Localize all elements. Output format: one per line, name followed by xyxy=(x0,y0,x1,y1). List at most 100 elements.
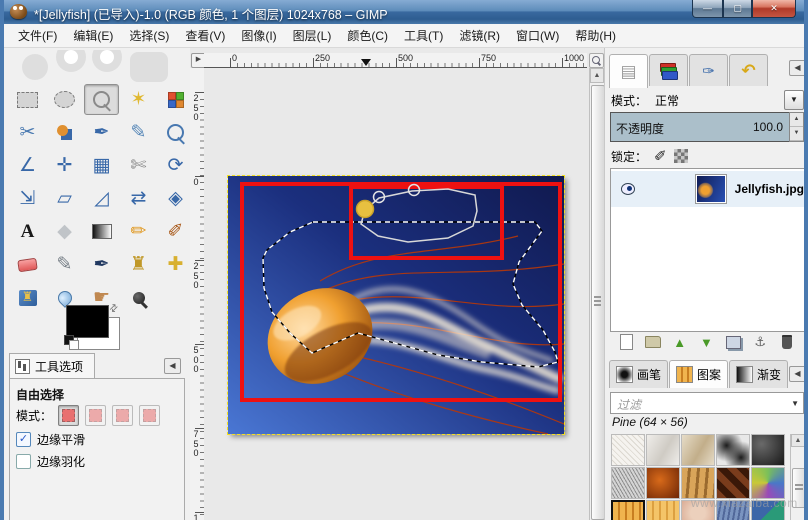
foreground-color-swatch[interactable] xyxy=(66,305,109,338)
tool-measure[interactable]: ∠ xyxy=(10,150,45,181)
tool-heal[interactable]: ✚ xyxy=(158,249,193,280)
menu-item[interactable]: 选择(S) xyxy=(121,24,177,47)
menu-item[interactable]: 颜色(C) xyxy=(339,24,396,47)
menu-item[interactable]: 工具(T) xyxy=(396,24,451,47)
tool-pencil[interactable]: ✏ xyxy=(121,216,156,247)
button-new-layer[interactable] xyxy=(616,332,636,352)
pattern-swatch[interactable] xyxy=(681,467,715,499)
button-delete-layer[interactable] xyxy=(777,332,797,352)
mode-subtract[interactable] xyxy=(112,405,134,426)
checkbox[interactable] xyxy=(16,454,31,469)
vertical-ruler[interactable]: 250 0 250 500 750 1 xyxy=(190,68,205,520)
menu-item[interactable]: 图层(L) xyxy=(285,24,340,47)
tool-text[interactable]: A xyxy=(10,216,45,247)
pattern-swatch[interactable] xyxy=(751,434,785,466)
mode-add[interactable] xyxy=(85,405,107,426)
default-colors-icon[interactable] xyxy=(64,335,79,350)
patterns-collapse-button[interactable]: ◀ xyxy=(789,366,804,382)
pattern-swatch[interactable] xyxy=(716,467,750,499)
pattern-swatch[interactable] xyxy=(646,500,680,520)
button-anchor-layer[interactable]: ⚓ xyxy=(750,332,770,352)
menu-item[interactable]: 滤镜(R) xyxy=(451,24,508,47)
tool-foreground-select[interactable] xyxy=(47,117,82,148)
tool-paths[interactable]: ✒ xyxy=(84,117,119,148)
layer-visibility-eye-icon[interactable] xyxy=(621,183,636,195)
tool-fuzzy-select[interactable]: ✶ xyxy=(121,84,156,115)
tool-perspective[interactable]: ◿ xyxy=(84,183,119,214)
tool-scale[interactable]: ⇲ xyxy=(10,183,45,214)
pattern-swatch[interactable] xyxy=(751,467,785,499)
tool-clone[interactable]: ♜ xyxy=(121,249,156,280)
tool-shear[interactable]: ▱ xyxy=(47,183,82,214)
scroll-up-arrow[interactable]: ▲ xyxy=(791,434,804,447)
close-button[interactable]: ✕ xyxy=(752,0,796,18)
swap-colors-icon[interactable]: ⇄ xyxy=(107,302,121,316)
tool-airbrush[interactable]: ✎ xyxy=(47,249,82,280)
tab-patterns[interactable]: 图案 xyxy=(669,360,729,388)
lock-pixels-icon[interactable]: ✐ xyxy=(654,147,667,165)
canvas-vertical-scrollbar[interactable]: ▲ xyxy=(589,68,605,520)
pattern-swatch[interactable] xyxy=(716,434,750,466)
tab-undo-history[interactable]: ↶ xyxy=(729,54,768,86)
tool-free-select[interactable] xyxy=(84,84,119,115)
tool-eraser[interactable] xyxy=(10,249,45,280)
tab-gradients[interactable]: 渐变 xyxy=(729,360,789,388)
opacity-spinner[interactable]: ▲ ▼ xyxy=(789,112,804,142)
button-duplicate-layer[interactable] xyxy=(723,332,743,352)
tool-ink[interactable]: ✒ xyxy=(84,249,119,280)
tool-ellipse-select[interactable] xyxy=(47,84,82,115)
mode-intersect[interactable] xyxy=(139,405,161,426)
horizontal-ruler[interactable]: 0 250 500 750 1000 xyxy=(204,53,587,68)
title-bar[interactable]: *[Jellyfish] (已导入)-1.0 (RGB 颜色, 1 个图层) 1… xyxy=(4,0,804,24)
tool-rotate[interactable]: ⟳ xyxy=(158,150,193,181)
tool-options-tab[interactable]: 工具选项 xyxy=(9,353,95,379)
tab-channels[interactable] xyxy=(649,54,688,86)
pattern-swatch[interactable] xyxy=(611,434,645,466)
option-feather[interactable]: 边缘羽化 xyxy=(16,453,85,470)
pattern-swatch[interactable] xyxy=(646,467,680,499)
tool-zoom[interactable] xyxy=(158,117,193,148)
tool-crop[interactable]: ✄ xyxy=(121,150,156,181)
tool-perspective-clone[interactable]: ♜ xyxy=(10,282,45,313)
menu-item[interactable]: 编辑(E) xyxy=(65,24,121,47)
tool-flip[interactable]: ⇄ xyxy=(121,183,156,214)
tool-options-collapse-button[interactable]: ◀ xyxy=(164,358,181,374)
mode-replace[interactable] xyxy=(58,405,80,426)
tool-bucket-fill[interactable]: ◆ xyxy=(47,216,82,247)
pattern-swatch-pine-selected[interactable] xyxy=(611,500,645,520)
tool-align[interactable]: ▦ xyxy=(84,150,119,181)
tool-paintbrush[interactable]: ✐ xyxy=(158,216,193,247)
menu-item[interactable]: 图像(I) xyxy=(233,24,284,47)
menu-item[interactable]: 帮助(H) xyxy=(567,24,624,47)
menu-item[interactable]: 文件(F) xyxy=(10,24,65,47)
tab-paths[interactable]: ✑ xyxy=(689,54,728,86)
lock-alpha-icon[interactable] xyxy=(673,149,688,163)
tab-brushes[interactable]: 画笔 xyxy=(609,360,669,388)
tool-select-by-color[interactable] xyxy=(158,84,193,115)
layer-thumbnail[interactable] xyxy=(695,174,727,204)
tool-cage-transform[interactable]: ◈ xyxy=(158,183,193,214)
checkbox[interactable]: ✓ xyxy=(16,432,31,447)
tool-gradient[interactable] xyxy=(84,216,119,247)
pattern-swatch[interactable] xyxy=(681,434,715,466)
tab-layers[interactable]: ▤ xyxy=(609,54,648,88)
maximize-button[interactable]: ▢ xyxy=(723,0,752,18)
zoom-follow-window-button[interactable] xyxy=(589,53,604,68)
tool-rectangle-select[interactable] xyxy=(10,84,45,115)
scroll-up-arrow[interactable]: ▲ xyxy=(590,68,604,83)
pattern-swatch[interactable] xyxy=(646,434,680,466)
button-new-group[interactable] xyxy=(643,332,663,352)
layer-mode-value[interactable]: 正常 xyxy=(655,92,679,109)
option-antialias[interactable]: ✓ 边缘平滑 xyxy=(16,431,85,448)
button-lower-layer[interactable]: ▼ xyxy=(696,332,716,352)
tool-color-picker[interactable]: ✎ xyxy=(121,117,156,148)
minimize-button[interactable]: — xyxy=(692,0,723,18)
layer-row[interactable]: Jellyfish.jpg xyxy=(611,171,804,207)
tool-scissors-select[interactable]: ✂ xyxy=(10,117,45,148)
dock-collapse-button[interactable]: ◀ xyxy=(789,60,804,76)
tool-move[interactable]: ✛ xyxy=(47,150,82,181)
menu-item[interactable]: 窗口(W) xyxy=(508,24,567,47)
opacity-slider[interactable]: 不透明度 100.0 xyxy=(610,112,790,142)
canvas-viewport[interactable] xyxy=(204,68,588,520)
scroll-thumb[interactable] xyxy=(591,85,605,520)
